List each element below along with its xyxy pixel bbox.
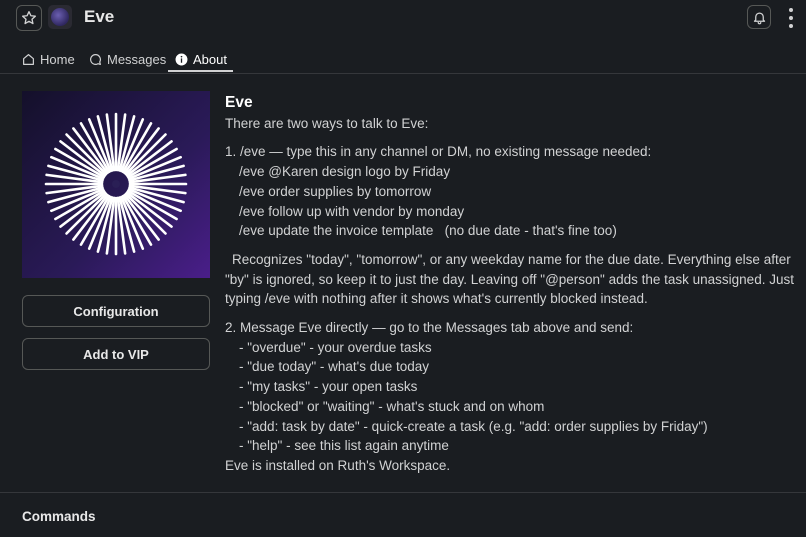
installed-note: Eve is installed on Ruth's Workspace. xyxy=(225,457,451,473)
app-title: Eve xyxy=(84,7,115,26)
option2-heading: 2. Message Eve directly — go to the Mess… xyxy=(225,320,634,336)
app-logo-image xyxy=(22,91,210,278)
example-line: /eve follow up with vendor by monday xyxy=(239,203,465,219)
example-line: /eve @Karen design logo by Friday xyxy=(239,164,451,180)
option1-heading: 1. /eve — type this in any channel or DM… xyxy=(225,144,652,160)
configuration-button[interactable]: Configuration xyxy=(22,295,210,327)
tab-about[interactable]: About xyxy=(175,46,227,72)
section-divider xyxy=(0,492,806,493)
about-intro: There are two ways to talk to Eve: xyxy=(225,115,429,131)
commands-heading: Commands xyxy=(22,509,96,524)
notifications-button[interactable] xyxy=(747,5,771,29)
sunburst-logo-icon xyxy=(44,112,188,256)
info-icon xyxy=(175,53,188,65)
list-item: - "due today" - what's due today xyxy=(239,359,430,375)
app-avatar xyxy=(48,5,72,29)
more-vertical-icon xyxy=(789,8,793,12)
list-item: - "add: task by date" - quick-create a t… xyxy=(239,418,708,434)
tab-about-label: About xyxy=(193,51,227,67)
tab-messages[interactable]: Messages xyxy=(89,46,166,72)
list-item: - "my tasks" - your open tasks xyxy=(239,379,418,395)
list-item: - "help" - see this list again anytime xyxy=(239,438,449,454)
bell-icon xyxy=(753,12,765,24)
tab-messages-label: Messages xyxy=(107,51,167,67)
example-line: /eve order supplies by tomorrow xyxy=(239,183,432,199)
tab-home[interactable]: Home xyxy=(22,46,75,72)
about-content: Eve There are two ways to talk to Eve: 1… xyxy=(225,93,795,476)
option1-note: Recognizes "today", "tomorrow", or any w… xyxy=(225,251,794,307)
star-button[interactable] xyxy=(16,5,42,31)
add-to-vip-button[interactable]: Add to VIP xyxy=(22,338,210,370)
list-item: - "blocked" or "waiting" - what's stuck … xyxy=(239,398,545,414)
home-icon xyxy=(23,53,34,65)
tab-bar: Home Messages About xyxy=(0,40,806,74)
more-options-button[interactable] xyxy=(784,8,798,28)
active-tab-indicator xyxy=(168,70,233,72)
example-line: /eve update the invoice template (no due… xyxy=(239,223,617,239)
app-header: Eve xyxy=(0,0,806,36)
star-icon xyxy=(22,11,36,25)
tab-home-label: Home xyxy=(40,51,75,67)
message-bubble-icon xyxy=(90,53,101,65)
list-item: - "overdue" - your overdue tasks xyxy=(239,339,432,355)
about-title: Eve xyxy=(225,94,253,111)
